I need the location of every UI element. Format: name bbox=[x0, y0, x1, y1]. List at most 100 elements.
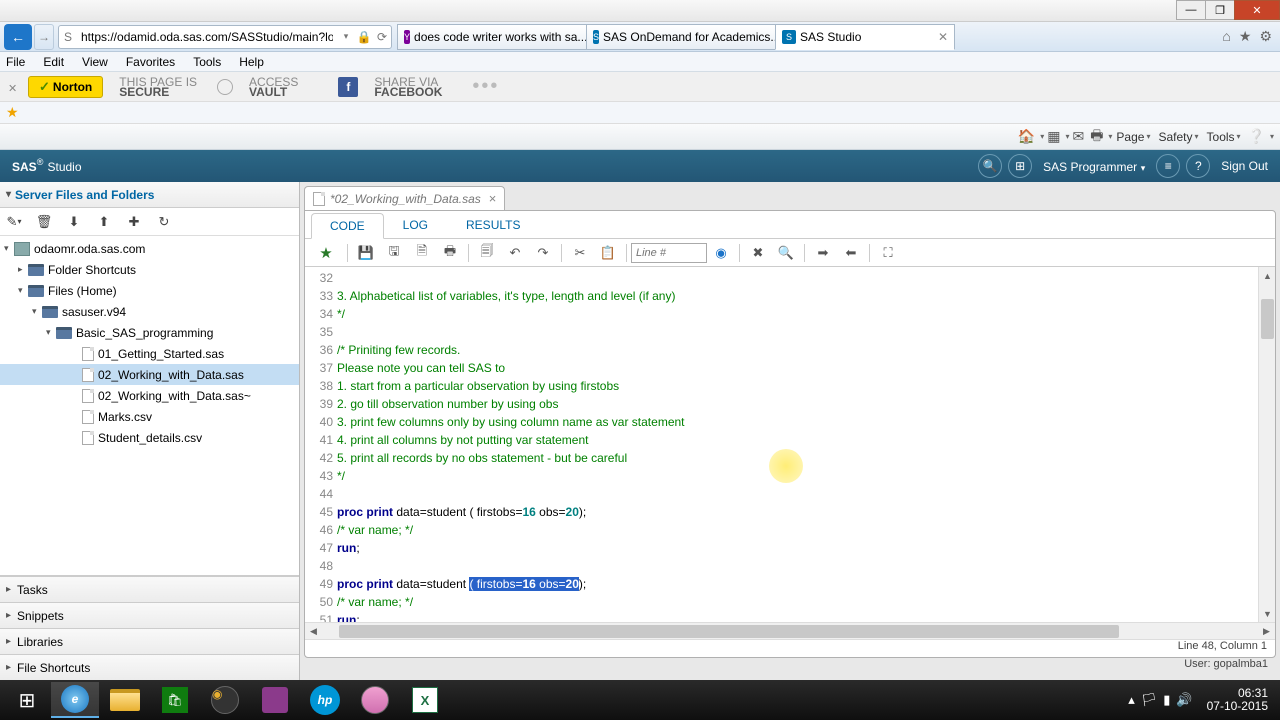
panel-tasks[interactable]: ▸Tasks bbox=[0, 576, 299, 602]
system-clock[interactable]: 06:3107-10-2015 bbox=[1207, 687, 1268, 713]
favorites-icon[interactable]: ★ bbox=[1239, 28, 1252, 45]
taskbar-app[interactable] bbox=[351, 682, 399, 718]
tree-file[interactable]: Marks.csv bbox=[0, 406, 299, 427]
window-maximize-button[interactable]: ❐ bbox=[1205, 0, 1235, 20]
cut-icon[interactable]: ✂ bbox=[569, 242, 591, 264]
url-input[interactable] bbox=[77, 30, 337, 44]
taskbar-app[interactable]: ◉ bbox=[201, 682, 249, 718]
run-button[interactable]: ★ bbox=[312, 242, 340, 264]
tree-file[interactable]: Student_details.csv bbox=[0, 427, 299, 448]
forward-button[interactable]: → bbox=[34, 24, 54, 50]
search-icon[interactable]: 🔍 bbox=[978, 154, 1002, 178]
find-icon[interactable]: 🔍 bbox=[775, 242, 797, 264]
close-tab-icon[interactable]: × bbox=[489, 191, 497, 206]
print-icon[interactable]: 🖶 bbox=[439, 242, 461, 264]
browser-tab[interactable]: SSAS OnDemand for Academics... bbox=[586, 24, 776, 50]
tree-file[interactable]: 02_Working_with_Data.sas~ bbox=[0, 385, 299, 406]
taskbar-excel[interactable]: X bbox=[401, 682, 449, 718]
menu-view[interactable]: View bbox=[82, 55, 108, 69]
more-icon[interactable]: ••• bbox=[472, 75, 499, 98]
add-favorite-icon[interactable]: ★ bbox=[6, 104, 19, 120]
tree-basic-sas-prog[interactable]: ▾Basic_SAS_programming bbox=[0, 322, 299, 343]
role-selector[interactable]: SAS Programmer ▾ bbox=[1043, 159, 1145, 174]
undo-icon[interactable]: ↶ bbox=[504, 242, 526, 264]
norton-badge[interactable]: ✓Norton bbox=[28, 76, 103, 98]
code-editor[interactable]: 3233343536373839404142434445464748495051… bbox=[305, 267, 1275, 622]
tray-up-icon[interactable]: ▴ bbox=[1128, 692, 1135, 708]
tree-files-home[interactable]: ▾Files (Home) bbox=[0, 280, 299, 301]
clear-icon[interactable]: ✖ bbox=[747, 242, 769, 264]
panel-server-files[interactable]: ▾Server Files and Folders bbox=[0, 182, 299, 208]
refresh-icon[interactable]: ↻ bbox=[154, 212, 174, 232]
window-close-button[interactable]: ✕ bbox=[1234, 0, 1280, 20]
save-icon[interactable]: 💾 bbox=[355, 242, 377, 264]
browser-tab[interactable]: Ydoes code writer works with sa... bbox=[397, 24, 587, 50]
goto-line-input[interactable] bbox=[631, 243, 707, 263]
tree-file[interactable]: 01_Getting_Started.sas bbox=[0, 343, 299, 364]
tab-results[interactable]: RESULTS bbox=[447, 212, 539, 238]
home-icon[interactable]: 🏠 bbox=[1018, 128, 1035, 145]
tree-server-node[interactable]: ▾odaomr.oda.sas.com bbox=[0, 238, 299, 259]
tree-sasuser[interactable]: ▾sasuser.v94 bbox=[0, 301, 299, 322]
home-icon[interactable]: ⌂ bbox=[1222, 28, 1230, 45]
start-button[interactable]: ⊞ bbox=[5, 682, 49, 718]
vertical-scrollbar[interactable]: ▲▼ bbox=[1258, 267, 1275, 622]
menu-edit[interactable]: Edit bbox=[43, 55, 64, 69]
copy-icon[interactable]: 🗐 bbox=[476, 242, 498, 264]
menu-file[interactable]: File bbox=[6, 55, 25, 69]
apps-icon[interactable]: ⊞ bbox=[1008, 154, 1032, 178]
print-icon[interactable]: 🖶 bbox=[1090, 125, 1103, 149]
close-toolbar-button[interactable]: ✕ bbox=[8, 82, 18, 92]
refresh-icon[interactable]: ⟳ bbox=[373, 30, 391, 44]
paste-icon[interactable]: 📋 bbox=[597, 242, 619, 264]
panel-file-shortcuts[interactable]: ▸File Shortcuts bbox=[0, 654, 299, 680]
feeds-icon[interactable]: ▦ bbox=[1047, 128, 1060, 145]
taskbar-ie[interactable]: e bbox=[51, 682, 99, 718]
upload-icon[interactable]: ⬆ bbox=[94, 212, 114, 232]
tab-code[interactable]: CODE bbox=[311, 213, 384, 239]
menu-tools[interactable]: Tools bbox=[193, 55, 221, 69]
gear-icon[interactable]: ⚙ bbox=[1259, 28, 1272, 45]
taskbar-explorer[interactable] bbox=[101, 682, 149, 718]
tray-flag-icon[interactable]: 🏳 bbox=[1141, 692, 1158, 708]
close-tab-icon[interactable]: ✕ bbox=[934, 30, 948, 44]
signout-link[interactable]: Sign Out bbox=[1221, 159, 1268, 173]
taskbar-store[interactable]: 🛍 bbox=[151, 682, 199, 718]
download-icon[interactable]: ⬇ bbox=[64, 212, 84, 232]
cmd-tools[interactable]: Tools▾ bbox=[1207, 130, 1241, 144]
back-button[interactable]: ← bbox=[4, 24, 32, 50]
panel-libraries[interactable]: ▸Libraries bbox=[0, 628, 299, 654]
program-summary-icon[interactable]: 🗎 bbox=[411, 242, 433, 264]
maximize-icon[interactable]: ⛶ bbox=[877, 242, 899, 264]
menu-favorites[interactable]: Favorites bbox=[126, 55, 175, 69]
taskbar-app[interactable] bbox=[251, 682, 299, 718]
dropdown-icon[interactable]: ▾ bbox=[337, 31, 355, 42]
cmd-safety[interactable]: Safety▾ bbox=[1158, 130, 1198, 144]
tree-file-selected[interactable]: 02_Working_with_Data.sas bbox=[0, 364, 299, 385]
horizontal-scrollbar[interactable]: ◀▶ bbox=[305, 622, 1275, 639]
new-folder-icon[interactable]: ✚ bbox=[124, 212, 144, 232]
vault-icon[interactable] bbox=[217, 79, 233, 95]
tray-volume-icon[interactable]: 🔊 bbox=[1176, 692, 1192, 708]
more-options-icon[interactable]: ≡ bbox=[1156, 154, 1180, 178]
taskbar-hp[interactable]: hp bbox=[301, 682, 349, 718]
mail-icon[interactable]: ✉ bbox=[1072, 128, 1084, 145]
outdent-icon[interactable]: ⬅ bbox=[840, 242, 862, 264]
panel-snippets[interactable]: ▸Snippets bbox=[0, 602, 299, 628]
facebook-icon[interactable]: f bbox=[338, 77, 358, 97]
editor-file-tab[interactable]: *02_Working_with_Data.sas × bbox=[304, 186, 505, 210]
save-as-icon[interactable]: 🖫 bbox=[383, 242, 405, 264]
goto-line-button[interactable]: ◉ bbox=[710, 242, 732, 264]
delete-icon[interactable]: 🗑 bbox=[34, 212, 54, 232]
tab-log[interactable]: LOG bbox=[384, 212, 447, 238]
cmd-page[interactable]: Page▾ bbox=[1116, 130, 1150, 144]
window-minimize-button[interactable]: — bbox=[1176, 0, 1206, 20]
indent-icon[interactable]: ➡ bbox=[812, 242, 834, 264]
tree-folder-shortcuts[interactable]: ▸Folder Shortcuts bbox=[0, 259, 299, 280]
help-icon[interactable]: ❔ bbox=[1248, 128, 1265, 145]
help-icon[interactable]: ? bbox=[1186, 154, 1210, 178]
menu-help[interactable]: Help bbox=[239, 55, 264, 69]
new-icon[interactable]: ✎▾ bbox=[4, 212, 24, 232]
redo-icon[interactable]: ↷ bbox=[532, 242, 554, 264]
tray-network-icon[interactable]: ▮ bbox=[1163, 692, 1170, 708]
